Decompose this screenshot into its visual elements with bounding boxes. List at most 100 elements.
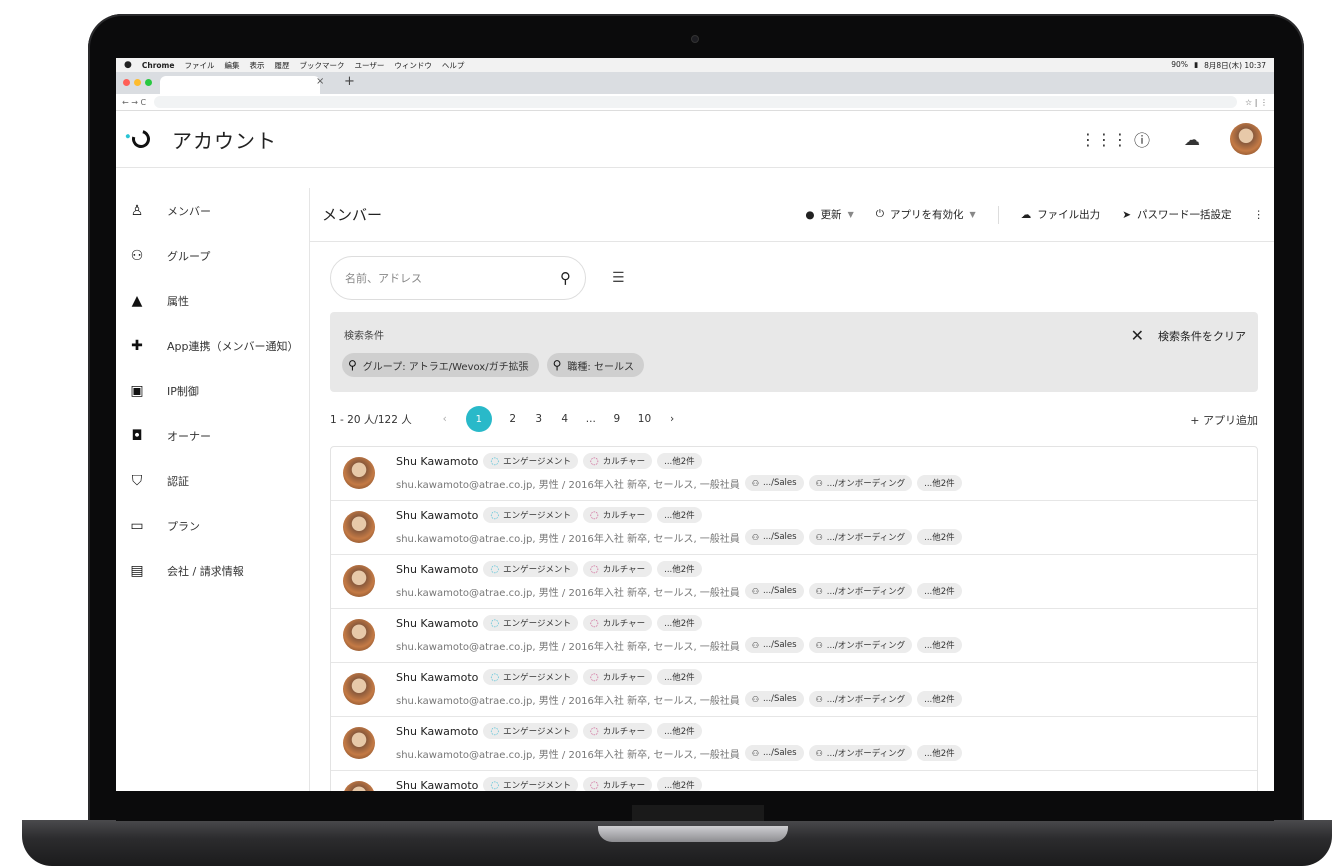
group-tag-more[interactable]: ...他2件 (917, 583, 962, 599)
person-icon: ♙ (130, 202, 144, 219)
group-tag-more[interactable]: ...他2件 (917, 637, 962, 653)
sidebar-item-groups[interactable]: ⚇ グループ (116, 233, 309, 278)
search-icon[interactable]: ⚲ (560, 269, 571, 287)
list-item[interactable]: Shu Kawamoto ◌ エンゲージメント ◌ カルチャー ...他2件 shu… (331, 609, 1257, 663)
card-icon: ▭ (130, 517, 144, 534)
group-tag-more[interactable]: ...他2件 (917, 745, 962, 761)
update-button[interactable]: ● 更新 ▼ (805, 207, 853, 222)
cloud-icon[interactable]: ☁ (1180, 130, 1204, 149)
tag-more[interactable]: ...他2件 (657, 507, 702, 523)
send-icon: ➤ (1122, 208, 1131, 221)
clock[interactable]: 8月8日(木) 10:37 (1204, 60, 1266, 71)
list-item[interactable]: Shu Kawamoto ◌ エンゲージメント ◌ カルチャー ...他2件 (331, 771, 1257, 791)
apple-icon[interactable]: ● (124, 60, 132, 70)
menu-item-user[interactable]: ユーザー (354, 60, 384, 71)
pagination-row: 1 - 20 人/122 人 ‹ 1 2 3 4 ... 9 10 › + アプ… (330, 404, 1258, 434)
tag-label: .../Sales (762, 748, 797, 758)
member-name: Shu Kawamoto (396, 616, 479, 630)
culture-icon: ◌ (590, 455, 599, 467)
apps-grid-icon[interactable]: ⋮⋮⋮ (1080, 130, 1128, 149)
close-window-button[interactable] (123, 79, 130, 86)
page-3[interactable]: 3 (534, 413, 544, 425)
tag-engagement: ◌ エンゲージメント (483, 723, 578, 739)
password-bulk-button[interactable]: ➤ パスワード一括設定 (1122, 207, 1231, 222)
sidebar-item-members[interactable]: ♙ メンバー (116, 188, 309, 233)
tag-label: エンゲージメント (503, 727, 571, 737)
menu-item-view[interactable]: 表示 (249, 60, 264, 71)
add-app-button[interactable]: + アプリ追加 (1190, 412, 1258, 428)
tag-culture: ◌ カルチャー (583, 615, 653, 631)
sidebar-item-app-integration[interactable]: ✚ App連携（メンバー通知） (116, 323, 309, 368)
list-item[interactable]: Shu Kawamoto ◌ エンゲージメント ◌ カルチャー ...他2件 shu… (331, 555, 1257, 609)
sidebar-item-auth[interactable]: ⛉ 認証 (116, 458, 309, 503)
minimize-window-button[interactable] (134, 79, 141, 86)
battery-icon[interactable]: ▮ (1194, 60, 1198, 71)
tag-more[interactable]: ...他2件 (657, 561, 702, 577)
list-item[interactable]: Shu Kawamoto ◌ エンゲージメント ◌ カルチャー ...他2件 shu… (331, 447, 1257, 501)
menu-item-chrome[interactable]: Chrome (142, 61, 175, 70)
shield-icon: ⛉ (131, 472, 143, 489)
nav-buttons[interactable]: ← → C (122, 98, 146, 107)
menu-item-window[interactable]: ウィンドウ (394, 60, 432, 71)
list-item[interactable]: Shu Kawamoto ◌ エンゲージメント ◌ カルチャー ...他2件 shu… (331, 501, 1257, 555)
bookmark-star-icon[interactable]: ☆ | ⋮ (1245, 98, 1268, 107)
page-1[interactable]: 1 (465, 406, 492, 432)
group-tag-more[interactable]: ...他2件 (917, 691, 962, 707)
group-tag-sales: ⚇ .../Sales (744, 529, 804, 545)
list-item[interactable]: Shu Kawamoto ◌ エンゲージメント ◌ カルチャー ...他2件 shu… (331, 717, 1257, 771)
page-10[interactable]: 10 (638, 413, 651, 425)
group-tag-more[interactable]: ...他2件 (917, 475, 962, 491)
prev-page-button[interactable]: ‹ (440, 413, 450, 425)
tag-more[interactable]: ...他2件 (657, 777, 702, 791)
condition-chip-group[interactable]: ⚲ グループ: アトラエ/Wevox/ガチ拡張 (342, 353, 539, 377)
tag-more[interactable]: ...他2件 (657, 669, 702, 685)
enable-app-button[interactable]: ⏻ アプリを有効化 ▼ (876, 207, 976, 222)
help-icon[interactable]: ⓘ (1130, 127, 1154, 151)
maximize-window-button[interactable] (145, 79, 152, 86)
next-page-button[interactable]: › (667, 413, 677, 425)
clear-conditions-button[interactable]: ✕ 検索条件をクリア (1131, 326, 1246, 345)
tag-more[interactable]: ...他2件 (657, 723, 702, 739)
browser-tab[interactable] (160, 76, 320, 94)
more-menu-icon[interactable]: ⋮ (1254, 209, 1265, 221)
window-controls (116, 79, 160, 94)
group-icon: ⚇ (751, 748, 759, 758)
tag-label: .../オンボーディング (826, 587, 906, 597)
page-4[interactable]: 4 (560, 413, 570, 425)
search-input[interactable]: 名前、アドレス ⚲ (330, 256, 586, 300)
group-icon: ⚇ (751, 532, 759, 542)
sidebar-item-label: メンバー (167, 204, 211, 218)
sidebar-item-attributes[interactable]: ▲ 属性 (116, 278, 309, 323)
tag-engagement: ◌ エンゲージメント (483, 777, 578, 791)
menu-item-bookmarks[interactable]: ブックマーク (299, 60, 344, 71)
engagement-icon: ◌ (490, 563, 500, 575)
battery-percent: 90% (1171, 59, 1188, 69)
tab-close-icon[interactable]: × (316, 76, 324, 87)
avatar[interactable] (1230, 123, 1262, 155)
menu-item-help[interactable]: ヘルプ (442, 60, 465, 71)
culture-icon: ◌ (590, 617, 599, 629)
menu-item-history[interactable]: 履歴 (274, 60, 289, 71)
sidebar-item-ip-control[interactable]: ▣ IP制御 (116, 368, 309, 413)
list-item[interactable]: Shu Kawamoto ◌ エンゲージメント ◌ カルチャー ...他2件 shu… (331, 663, 1257, 717)
sidebar-item-plan[interactable]: ▭ プラン (116, 503, 309, 548)
new-tab-button[interactable]: + (344, 74, 355, 89)
menu-item-edit[interactable]: 編集 (224, 60, 239, 71)
search-row: 名前、アドレス ⚲ ☰ (330, 256, 1274, 300)
filter-icon[interactable]: ☰ (612, 270, 625, 286)
sidebar-item-owner[interactable]: ◘ オーナー (116, 413, 309, 458)
avatar (343, 565, 375, 597)
tag-more[interactable]: ...他2件 (657, 453, 702, 469)
address-bar[interactable] (154, 96, 1238, 108)
tag-more[interactable]: ...他2件 (657, 615, 702, 631)
group-tag-sales: ⚇ .../Sales (744, 745, 804, 761)
tag-culture: ◌ カルチャー (583, 777, 653, 791)
page-2[interactable]: 2 (508, 413, 518, 425)
menu-item-file[interactable]: ファイル (184, 60, 214, 71)
condition-chip-job[interactable]: ⚲ 職種: セールス (546, 353, 644, 377)
sidebar-item-label: 属性 (167, 294, 189, 308)
group-tag-more[interactable]: ...他2件 (917, 529, 962, 545)
page-9[interactable]: 9 (612, 413, 622, 425)
sidebar-item-company-billing[interactable]: ▤ 会社 / 請求情報 (116, 548, 309, 593)
export-button[interactable]: ☁ ファイル出力 (1021, 207, 1101, 222)
